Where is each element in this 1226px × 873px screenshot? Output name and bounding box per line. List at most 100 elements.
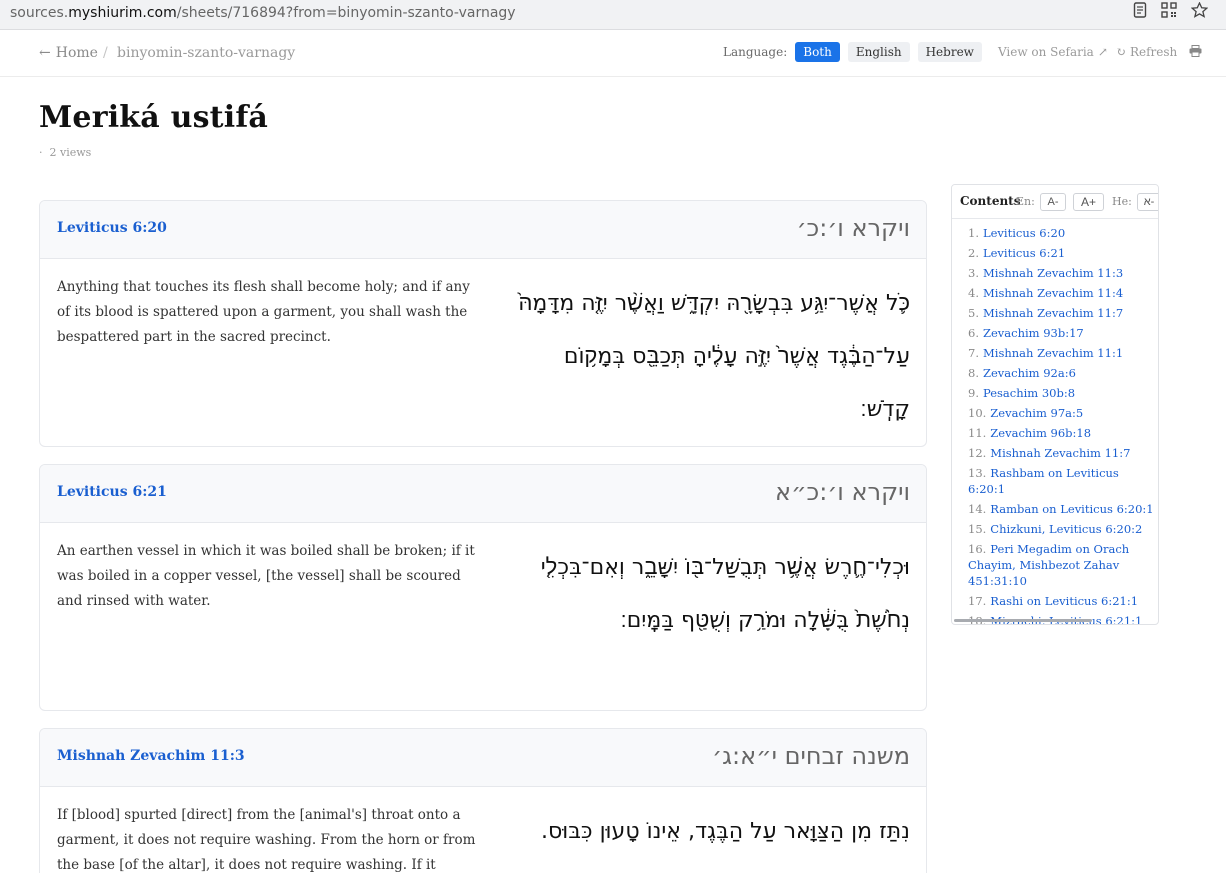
contents-item-link[interactable]: Rashbam on Leviticus 6:20:1	[968, 466, 1119, 496]
contents-item[interactable]: 1. Leviticus 6:20	[968, 225, 1156, 241]
reader-mode-icon[interactable]	[1133, 2, 1147, 18]
breadcrumb-separator: /	[103, 45, 108, 61]
source-card-header: Leviticus 6:20 ויקרא ו׳:כ׳	[40, 201, 926, 259]
contents-item-number: 7.	[968, 346, 979, 360]
source-hebrew-text: נִתַּז מִן הַצַּוָּאר עַל הַבֶּגֶד, אֵינ…	[540, 819, 910, 844]
contents-item-number: 14.	[968, 502, 987, 516]
qr-code-icon[interactable]	[1161, 2, 1177, 18]
bookmark-star-icon[interactable]	[1191, 2, 1208, 18]
source-english-text: Anything that touches its flesh shall be…	[57, 279, 470, 345]
contents-item-link[interactable]: Peri Megadim on Orach Chayim, Mishbezot …	[968, 542, 1129, 588]
contents-list: 1. Leviticus 6:20 2. Leviticus 6:21 3. Mishna…	[968, 225, 1156, 624]
contents-item-link[interactable]: Chizkuni, Leviticus 6:20:2	[990, 522, 1142, 536]
contents-item-link[interactable]: Mishnah Zevachim 11:7	[983, 306, 1123, 320]
hebrew-font-decrease-button[interactable]: א-	[1137, 193, 1158, 211]
english-font-increase-button[interactable]: A+	[1073, 193, 1104, 211]
refresh-icon: ↻	[1115, 45, 1126, 59]
source-hebrew-ref: ויקרא ו׳:כ׳	[796, 214, 910, 242]
contents-item-link[interactable]: Leviticus 6:20	[983, 226, 1065, 240]
source-ref-link[interactable]: Leviticus 6:21	[57, 484, 167, 500]
contents-item[interactable]: 17. Rashi on Leviticus 6:21:1	[968, 593, 1156, 609]
contents-item-link[interactable]: Leviticus 6:21	[983, 246, 1065, 260]
source-card: Leviticus 6:20 ויקרא ו׳:כ׳ Anything that…	[39, 200, 927, 447]
contents-item-number: 11.	[968, 426, 987, 440]
contents-scrollbar[interactable]	[954, 619, 1092, 622]
view-on-sefaria-label: View on Sefaria	[997, 45, 1094, 59]
contents-item[interactable]: 10. Zevachim 97a:5	[968, 405, 1156, 421]
contents-item[interactable]: 2. Leviticus 6:21	[968, 245, 1156, 261]
contents-item-number: 15.	[968, 522, 987, 536]
contents-item-link[interactable]: Zevachim 97a:5	[990, 406, 1083, 420]
external-link-icon: ↗	[1097, 45, 1108, 59]
top-navigation: ← Home / binyomin-szanto-varnagy Languag…	[0, 31, 1226, 77]
source-ref-link[interactable]: Leviticus 6:20	[57, 220, 167, 236]
language-both-button[interactable]: Both	[795, 42, 840, 62]
breadcrumb-author-link[interactable]: binyomin-szanto-varnagy	[117, 45, 295, 61]
source-hebrew-text: כֹּ֛ל אֲשֶׁר־יִגַּ֥ע בִּבְשָׂרָ֖הּ יִקְד…	[518, 291, 910, 422]
source-card: Leviticus 6:21 ויקרא ו׳:כ״א An earthen v…	[39, 464, 927, 711]
source-hebrew-ref: משנה זבחים י״א:ג׳	[712, 742, 910, 770]
contents-item[interactable]: 15. Chizkuni, Leviticus 6:20:2	[968, 521, 1156, 537]
contents-title: Contents	[960, 194, 1021, 208]
contents-item[interactable]: 16. Peri Megadim on Orach Chayim, Mishbez…	[968, 541, 1156, 589]
contents-item-number: 5.	[968, 306, 979, 320]
language-hebrew-button[interactable]: Hebrew	[917, 42, 982, 62]
contents-item-number: 10.	[968, 406, 987, 420]
contents-item[interactable]: 9. Pesachim 30b:8	[968, 385, 1156, 401]
print-button[interactable]	[1189, 44, 1202, 60]
view-on-sefaria-link[interactable]: View on Sefaria ↗	[998, 45, 1108, 59]
contents-item-link[interactable]: Mishnah Zevachim 11:3	[983, 266, 1123, 280]
contents-item-number: 13.	[968, 466, 987, 480]
contents-item[interactable]: 12. Mishnah Zevachim 11:7	[968, 445, 1156, 461]
contents-item[interactable]: 3. Mishnah Zevachim 11:3	[968, 265, 1156, 281]
contents-item-link[interactable]: Zevachim 93b:17	[983, 326, 1084, 340]
arrow-left-icon: ←	[39, 45, 51, 61]
printer-icon	[1189, 44, 1202, 60]
contents-item-link[interactable]: Mishnah Zevachim 11:4	[983, 286, 1123, 300]
language-english-button[interactable]: English	[847, 42, 910, 62]
contents-item-link[interactable]: Rashi on Leviticus 6:21:1	[990, 594, 1138, 608]
contents-item[interactable]: 13. Rashbam on Leviticus 6:20:1	[968, 465, 1156, 497]
source-hebrew-text: וּכְלִי־חֶ֛רֶשׂ אֲשֶׁ֥ר תְּבֻשַּׁל־בּ֖וֹ…	[540, 555, 910, 633]
contents-item-link[interactable]: Zevachim 96b:18	[990, 426, 1091, 440]
contents-item-number: 1.	[968, 226, 979, 240]
contents-item-link[interactable]: Mishnah Zevachim 11:7	[990, 446, 1130, 460]
url-field[interactable]: sources. myshiurim.com/sheets/716894?from…	[0, 0, 1214, 26]
contents-item-link[interactable]: Ramban on Leviticus 6:20:1	[990, 502, 1153, 516]
contents-item[interactable]: 7. Mishnah Zevachim 11:1	[968, 345, 1156, 361]
contents-item-link[interactable]: Pesachim 30b:8	[983, 386, 1075, 400]
refresh-label: Refresh	[1129, 45, 1178, 59]
sheet-title: Meriká ustifá	[39, 100, 269, 135]
browser-url-bar: sources. myshiurim.com/sheets/716894?from…	[0, 0, 1226, 30]
source-ref-link[interactable]: Mishnah Zevachim 11:3	[57, 748, 245, 764]
url-domain: myshiurim.com	[68, 5, 177, 21]
home-link[interactable]: ← Home	[39, 45, 98, 61]
contents-item-link[interactable]: Mishnah Zevachim 11:1	[983, 346, 1123, 360]
url-prefix: sources.	[10, 5, 69, 21]
url-path: /sheets/716894?from=binyomin-szanto-varn…	[176, 5, 516, 21]
home-label: Home	[55, 45, 98, 61]
contents-header: Contents En: A- A+ He: א-	[952, 185, 1158, 219]
refresh-link[interactable]: ↻ Refresh	[1116, 45, 1177, 59]
contents-item-number: 6.	[968, 326, 979, 340]
contents-panel: Contents En: A- A+ He: א- 1. Leviticus 6:…	[951, 184, 1159, 625]
view-count: 2 views	[49, 146, 92, 159]
url-bar-icons	[1133, 2, 1208, 18]
contents-item[interactable]: 8. Zevachim 92a:6	[968, 365, 1156, 381]
contents-item-number: 12.	[968, 446, 987, 460]
source-card-header: Mishnah Zevachim 11:3 משנה זבחים י״א:ג׳	[40, 729, 926, 787]
english-font-decrease-button[interactable]: A-	[1040, 193, 1066, 211]
contents-item-number: 3.	[968, 266, 979, 280]
contents-item[interactable]: 5. Mishnah Zevachim 11:7	[968, 305, 1156, 321]
contents-item-link[interactable]: Zevachim 92a:6	[983, 366, 1076, 380]
contents-item[interactable]: 14. Ramban on Leviticus 6:20:1	[968, 501, 1156, 517]
contents-item[interactable]: 6. Zevachim 93b:17	[968, 325, 1156, 341]
sheet-meta: · 2 views	[39, 146, 91, 159]
contents-item[interactable]: 11. Zevachim 96b:18	[968, 425, 1156, 441]
contents-item-number: 4.	[968, 286, 979, 300]
source-card-header: Leviticus 6:21 ויקרא ו׳:כ״א	[40, 465, 926, 523]
meta-bullet: ·	[39, 146, 43, 159]
language-label: Language:	[723, 45, 788, 59]
contents-item[interactable]: 4. Mishnah Zevachim 11:4	[968, 285, 1156, 301]
contents-item-number: 8.	[968, 366, 979, 380]
